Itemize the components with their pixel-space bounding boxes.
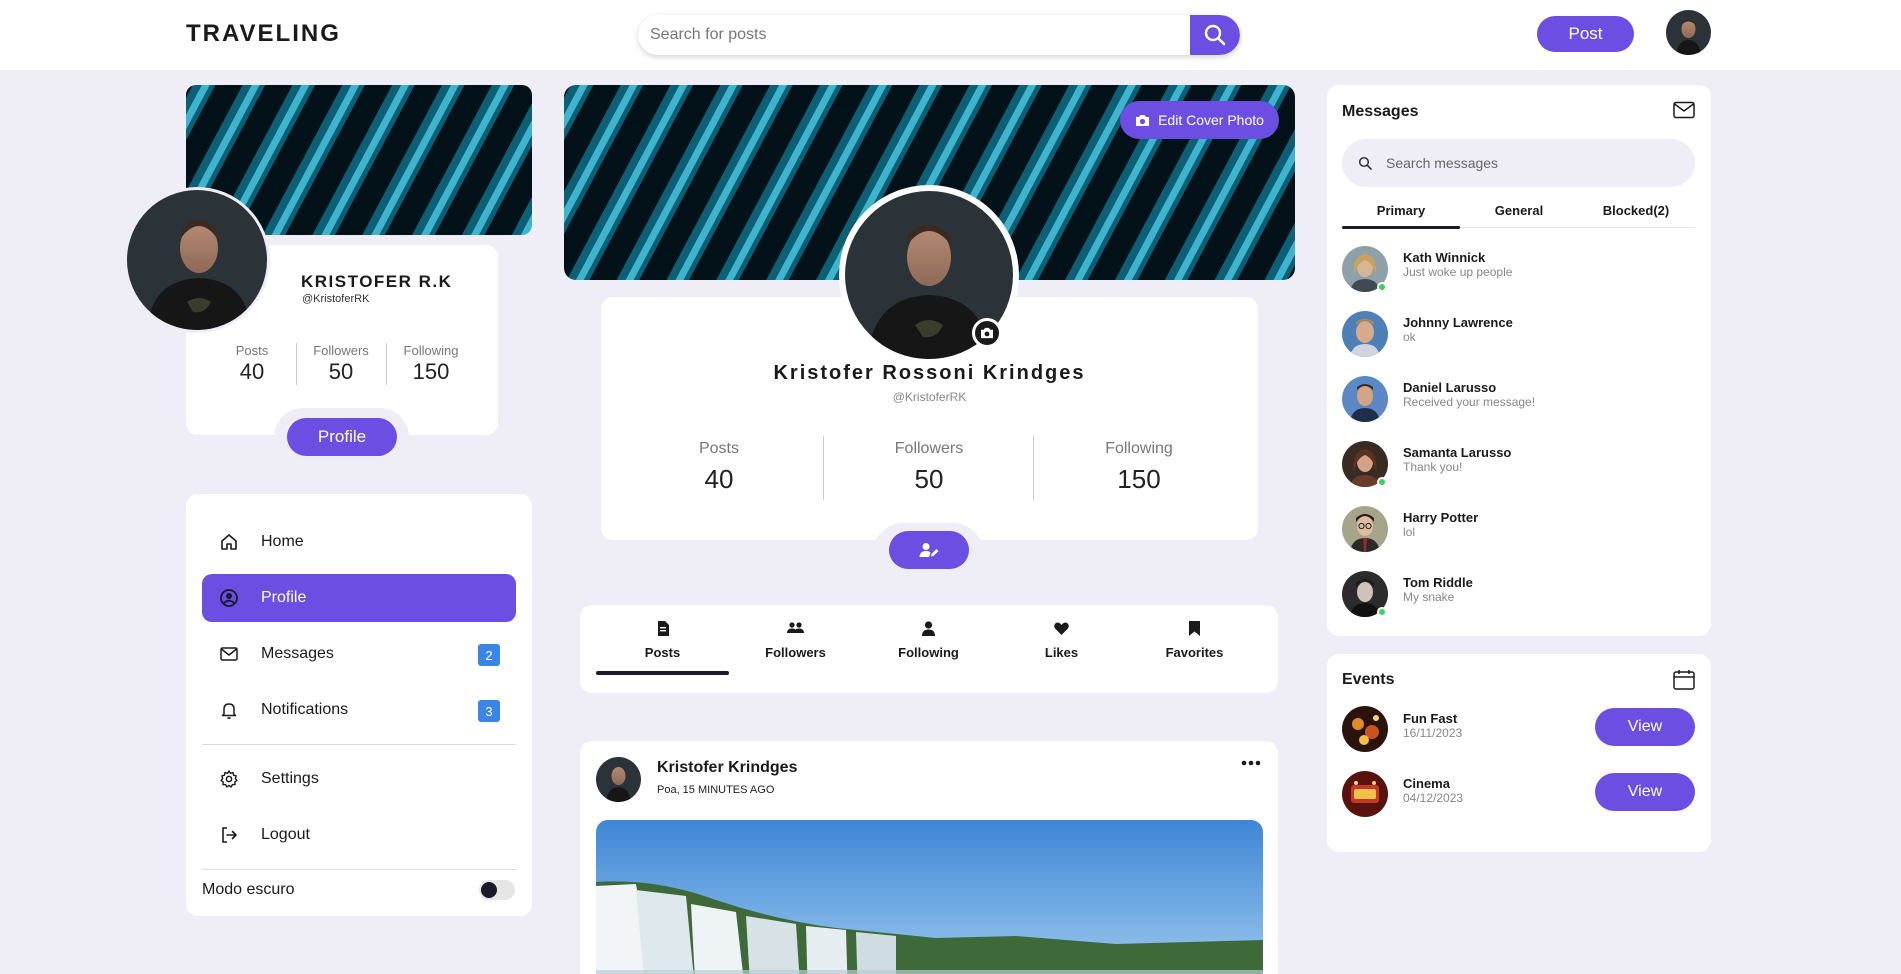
left-stat-following[interactable]: Following 150 bbox=[395, 343, 467, 385]
user-edit-icon bbox=[919, 543, 939, 557]
notifications-count-badge: 3 bbox=[478, 700, 500, 722]
edit-profile-button[interactable] bbox=[889, 531, 969, 569]
tab-likes[interactable]: Likes bbox=[995, 619, 1128, 679]
new-post-button[interactable]: Post bbox=[1537, 16, 1634, 52]
search-icon bbox=[1358, 156, 1372, 170]
messages-tab-blocked[interactable]: Blocked(2) bbox=[1577, 203, 1695, 218]
contact-item[interactable]: Harry Potter lol bbox=[1342, 506, 1695, 556]
view-event-button[interactable]: View bbox=[1595, 708, 1695, 746]
compose-message-button[interactable] bbox=[1673, 101, 1695, 119]
post-search bbox=[638, 15, 1240, 55]
nav-item-messages[interactable]: Messages 2 bbox=[202, 630, 516, 678]
profile-stat-following[interactable]: Following 150 bbox=[1069, 440, 1209, 495]
messages-title: Messages bbox=[1342, 103, 1419, 120]
nav-item-notifications[interactable]: Notifications 3 bbox=[202, 686, 516, 734]
tab-followers[interactable]: Followers bbox=[729, 619, 862, 679]
nav-item-settings[interactable]: Settings bbox=[202, 755, 516, 803]
active-messages-tab-indicator bbox=[1342, 226, 1460, 229]
messages-tab-primary[interactable]: Primary bbox=[1342, 203, 1460, 218]
contact-item[interactable]: Daniel Larusso Received your message! bbox=[1342, 376, 1695, 426]
left-profile-handle: @KristoferRK bbox=[302, 293, 370, 305]
nav-divider bbox=[202, 744, 516, 745]
profile-handle: @KristoferRK bbox=[892, 390, 967, 404]
post-author-name[interactable]: Kristofer Krindges bbox=[657, 759, 797, 777]
bell-icon bbox=[218, 699, 240, 721]
header-avatar[interactable] bbox=[1666, 10, 1711, 55]
mail-icon bbox=[218, 643, 240, 665]
heart-icon bbox=[1054, 619, 1069, 637]
calendar-icon bbox=[1673, 670, 1695, 690]
left-profile-avatar[interactable] bbox=[127, 190, 267, 330]
message-search-input[interactable] bbox=[1386, 139, 1676, 187]
event-item: Cinema 04/12/2023 View bbox=[1342, 771, 1695, 817]
post-image[interactable] bbox=[596, 820, 1263, 974]
top-bar: TRAVELING Post bbox=[0, 0, 1901, 70]
dark-mode-toggle[interactable] bbox=[479, 880, 515, 900]
home-icon bbox=[218, 531, 240, 553]
contact-item[interactable]: Johnny Lawrence ok bbox=[1342, 311, 1695, 361]
online-indicator bbox=[1377, 607, 1387, 617]
dark-mode-label: Modo escuro bbox=[202, 881, 295, 898]
online-indicator bbox=[1377, 282, 1387, 292]
tab-following[interactable]: Following bbox=[862, 619, 995, 679]
tab-posts[interactable]: Posts bbox=[596, 619, 729, 679]
search-icon bbox=[1204, 24, 1226, 46]
document-icon bbox=[657, 619, 669, 637]
event-item: Fun Fast 16/11/2023 View bbox=[1342, 706, 1695, 752]
profile-stat-followers[interactable]: Followers 50 bbox=[859, 440, 999, 495]
gear-icon bbox=[218, 768, 240, 790]
event-date: 04/12/2023 bbox=[1403, 791, 1464, 805]
online-indicator bbox=[1377, 477, 1387, 487]
search-button[interactable] bbox=[1190, 15, 1240, 55]
users-icon bbox=[787, 619, 804, 637]
event-thumbnail[interactable] bbox=[1342, 771, 1388, 817]
contact-item[interactable]: Kath Winnick Just woke up people bbox=[1342, 246, 1695, 296]
messages-count-badge: 2 bbox=[478, 644, 500, 666]
avatar bbox=[1342, 376, 1388, 422]
calendar-button[interactable] bbox=[1673, 669, 1695, 690]
camera-icon bbox=[1136, 114, 1150, 126]
logout-icon bbox=[218, 824, 240, 846]
contact-item[interactable]: Samanta Larusso Thank you! bbox=[1342, 441, 1695, 491]
nav-item-home[interactable]: Home bbox=[202, 518, 516, 566]
contact-item[interactable]: Tom Riddle My snake bbox=[1342, 571, 1695, 621]
active-tab-indicator bbox=[596, 671, 729, 675]
camera-icon bbox=[981, 327, 993, 339]
edit-cover-photo-button[interactable]: Edit Cover Photo bbox=[1120, 101, 1279, 139]
tab-favorites[interactable]: Favorites bbox=[1128, 619, 1261, 679]
message-search bbox=[1342, 139, 1695, 187]
left-profile-name: KRISTOFER R.K bbox=[301, 272, 453, 291]
change-avatar-button[interactable] bbox=[972, 318, 1002, 348]
avatar bbox=[1342, 311, 1388, 357]
post-author-avatar[interactable] bbox=[596, 757, 641, 802]
nav-item-logout[interactable]: Logout bbox=[202, 811, 516, 859]
nav-item-profile[interactable]: Profile bbox=[202, 574, 516, 622]
post-search-input[interactable] bbox=[638, 15, 1190, 55]
messages-tab-general[interactable]: General bbox=[1460, 203, 1578, 218]
event-name: Cinema bbox=[1403, 776, 1450, 791]
side-navigation: Home Profile Messages 2 Notifications 3 … bbox=[186, 494, 532, 916]
profile-full-name: Kristofer Rossoni Krindges bbox=[773, 362, 1086, 384]
bookmark-icon bbox=[1189, 619, 1200, 637]
event-date: 16/11/2023 bbox=[1403, 726, 1463, 740]
brand-logo[interactable]: TRAVELING bbox=[186, 20, 341, 48]
post-options-button[interactable] bbox=[1241, 760, 1261, 766]
profile-button[interactable]: Profile bbox=[287, 418, 397, 456]
user-icon bbox=[922, 619, 935, 637]
mail-icon bbox=[1673, 101, 1695, 119]
avatar bbox=[1342, 506, 1388, 552]
events-title: Events bbox=[1342, 671, 1395, 688]
view-event-button[interactable]: View bbox=[1595, 773, 1695, 811]
profile-stat-posts[interactable]: Posts 40 bbox=[649, 440, 789, 495]
left-stat-posts[interactable]: Posts 40 bbox=[224, 343, 280, 385]
event-thumbnail[interactable] bbox=[1342, 706, 1388, 752]
event-name: Fun Fast bbox=[1403, 711, 1458, 726]
more-horizontal-icon bbox=[1241, 760, 1261, 766]
post-meta: Poa, 15 MINUTES AGO bbox=[657, 784, 775, 796]
user-circle-icon bbox=[218, 587, 240, 609]
left-stat-followers[interactable]: Followers 50 bbox=[305, 343, 377, 385]
